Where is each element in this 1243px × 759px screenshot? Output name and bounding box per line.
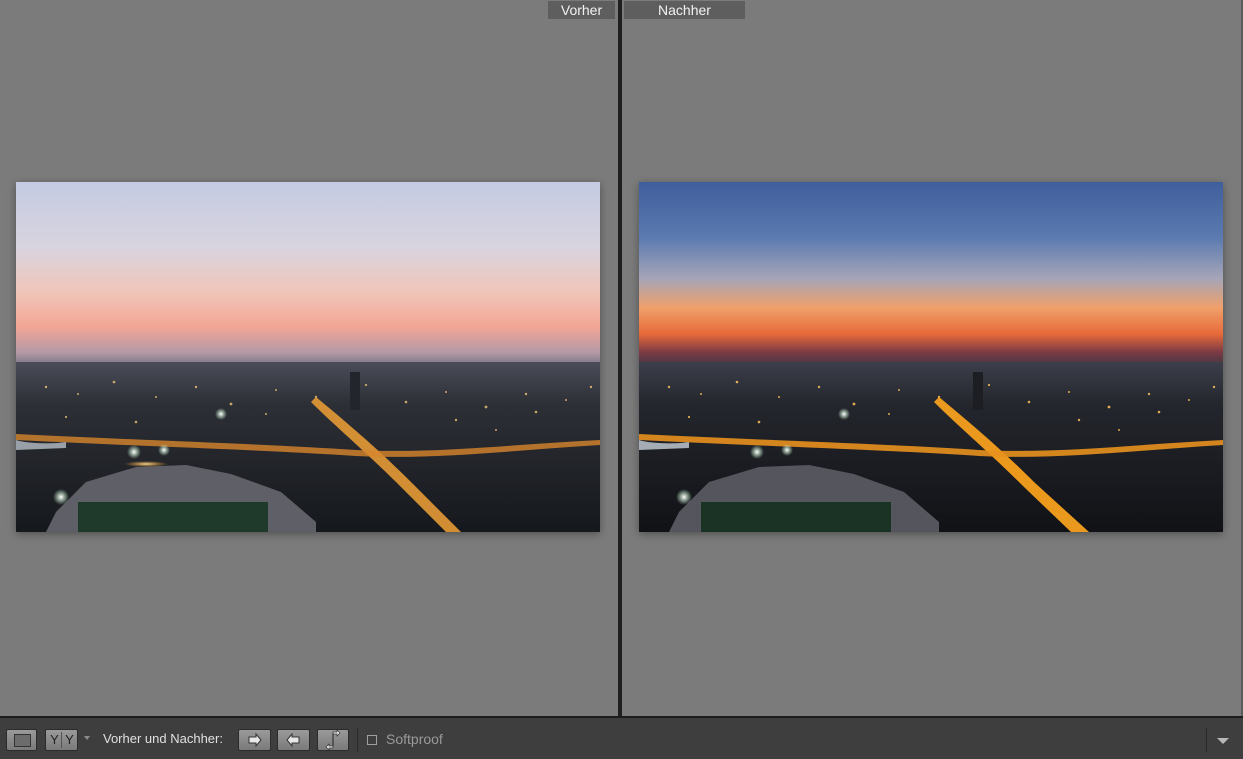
after-photo-image [639, 182, 1223, 532]
copy-before-to-after-button[interactable] [238, 729, 271, 751]
swap-before-after-button[interactable] [317, 729, 349, 751]
loupe-view-button[interactable] [6, 729, 37, 751]
swap-vertical-arrows-icon [325, 730, 341, 750]
after-label: Nachher [624, 1, 745, 19]
before-after-left-right-icon-right: Y [65, 732, 74, 747]
bottom-toolbar: Y Y Vorher und Nachher: Softproof [0, 716, 1243, 759]
before-after-left-right-icon: Y [50, 732, 59, 747]
before-pane[interactable]: Vorher [0, 0, 618, 716]
compare-view-dropdown-icon[interactable] [84, 736, 90, 740]
before-after-label: Vorher und Nachher: [103, 731, 223, 746]
softproof-checkbox[interactable] [367, 735, 377, 745]
single-view-icon [14, 734, 31, 747]
before-photo-image [16, 182, 600, 532]
chevron-down-icon[interactable] [1217, 738, 1229, 744]
before-after-compare-area: Vorher Nachher [0, 0, 1243, 716]
before-label: Vorher [548, 1, 615, 19]
copy-after-to-before-button[interactable] [277, 729, 310, 751]
before-photo[interactable] [16, 182, 600, 532]
compare-view-button[interactable]: Y Y [45, 729, 78, 751]
after-photo[interactable] [639, 182, 1223, 532]
softproof-label[interactable]: Softproof [386, 731, 443, 747]
lightroom-compare-window: Vorher Nachher Y Y Vorher und Nachher: S… [0, 0, 1243, 759]
toolbar-separator-right [1206, 728, 1207, 752]
arrow-left-icon [286, 732, 300, 748]
toolbar-separator [357, 728, 358, 752]
arrow-right-icon [248, 732, 262, 748]
after-pane[interactable]: Nachher [622, 0, 1243, 716]
